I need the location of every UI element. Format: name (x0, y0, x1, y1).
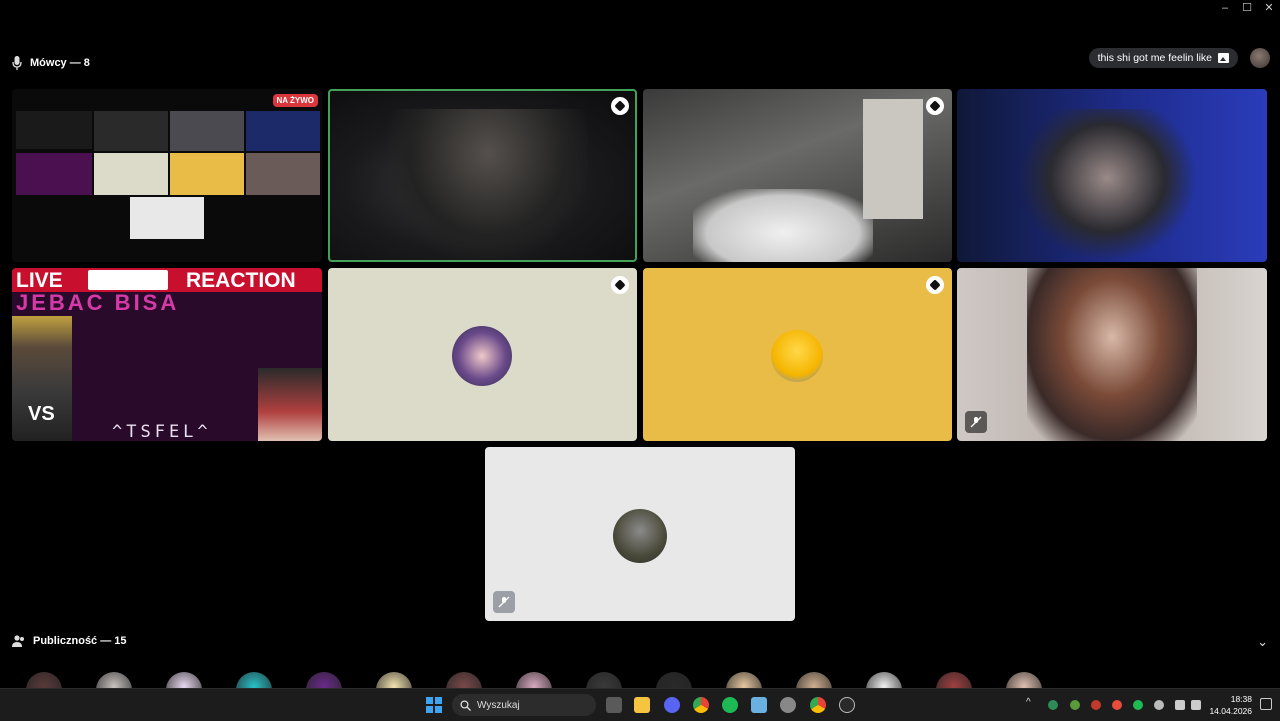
video-tile-speaker-6[interactable] (957, 268, 1267, 441)
video-feed (1027, 268, 1197, 441)
chrome-icon[interactable] (810, 697, 826, 713)
image-icon (1218, 53, 1229, 63)
video-feed (1017, 109, 1197, 262)
video-feed (388, 109, 588, 259)
avatar-tile-speaker-7[interactable] (485, 447, 795, 621)
audience-avatar[interactable] (446, 672, 482, 688)
tray-app-icon[interactable] (1048, 700, 1058, 710)
app-icon[interactable] (780, 697, 796, 713)
microphone-icon (12, 56, 22, 70)
maximize-button[interactable]: ☐ (1236, 0, 1258, 16)
taskbar: Wyszukaj ^ 18:38 14.04.2026 (0, 688, 1280, 721)
signature-text: ^TSFEL^ (112, 422, 212, 441)
discord-icon[interactable] (664, 697, 680, 713)
close-button[interactable]: ✕ (1258, 0, 1280, 16)
media-player-icon[interactable] (839, 697, 855, 713)
shared-screen-grid (16, 111, 320, 261)
windows-start-icon[interactable] (426, 697, 442, 713)
volume-icon[interactable] (1191, 700, 1201, 710)
moderator-icon (926, 97, 944, 115)
stream-tile[interactable]: LIVE REACTION JEBAC BISA VS ^TSFEL^ (12, 268, 322, 441)
video-feed (693, 189, 873, 262)
moderator-icon (926, 276, 944, 294)
moderator-icon (611, 97, 629, 115)
audience-avatar[interactable] (866, 672, 902, 688)
audience-avatar[interactable] (166, 672, 202, 688)
live-badge: NA ŻYWO (272, 94, 318, 107)
chevron-down-icon[interactable]: ⌄ (1257, 634, 1268, 650)
audience-avatar[interactable] (96, 672, 132, 688)
audience-avatar[interactable] (516, 672, 552, 688)
task-view-icon[interactable] (606, 697, 622, 713)
audience-avatar[interactable] (586, 672, 622, 688)
clock-time: 18:38 (1230, 694, 1252, 704)
screen-share-tile[interactable]: NA ŻYWO (12, 89, 322, 262)
spotify-icon[interactable] (722, 697, 738, 713)
muted-indicator (493, 591, 515, 613)
video-tile-speaker-1[interactable] (328, 89, 637, 262)
tray-app-icon[interactable] (1091, 700, 1101, 710)
status-text: this shi got me feelin like (1097, 52, 1212, 64)
audience-avatar[interactable] (236, 672, 272, 688)
search-icon (460, 699, 471, 711)
audience-avatar[interactable] (656, 672, 692, 688)
notepad-icon[interactable] (751, 697, 767, 713)
window-controls: – ☐ ✕ (1214, 0, 1280, 16)
audience-avatar[interactable] (1006, 672, 1042, 688)
muted-indicator (965, 411, 987, 433)
audience-icon (12, 635, 24, 647)
mic-muted-icon (498, 596, 510, 608)
speakers-header: Mówcy — 8 (12, 56, 90, 70)
network-icon[interactable] (1175, 700, 1185, 710)
audience-avatar[interactable] (796, 672, 832, 688)
tray-app-icon[interactable] (1070, 700, 1080, 710)
stream-logo (88, 270, 168, 290)
reaction-title: REACTION (186, 269, 296, 292)
audience-count-label: Publiczność — 15 (33, 635, 127, 647)
search-placeholder: Wyszukaj (477, 699, 520, 711)
tray-app-icon[interactable] (1112, 700, 1122, 710)
chrome-icon[interactable] (693, 697, 709, 713)
spotify-tray-icon[interactable] (1133, 700, 1143, 710)
moderator-icon (611, 276, 629, 294)
clock-date: 14.04.2026 (1209, 706, 1252, 716)
tray-chevron-icon[interactable]: ^ (1026, 697, 1031, 708)
taskbar-search[interactable]: Wyszukaj (452, 694, 596, 716)
avatar-tile-speaker-5[interactable] (643, 268, 952, 441)
video-tile-speaker-2[interactable] (643, 89, 952, 262)
audience-avatar[interactable] (306, 672, 342, 688)
audience-avatar[interactable] (376, 672, 412, 688)
audience-avatar[interactable] (726, 672, 762, 688)
user-avatar (771, 330, 823, 382)
audience-header: Publiczność — 15 (12, 635, 127, 647)
audience-avatar[interactable] (26, 672, 62, 688)
vs-text: VS (28, 403, 55, 425)
minimize-button[interactable]: – (1214, 0, 1236, 16)
video-tile-speaker-3[interactable] (957, 89, 1267, 262)
stream-thumbnails (258, 368, 322, 441)
file-explorer-icon[interactable] (634, 697, 650, 713)
user-avatar (613, 509, 667, 563)
status-pill[interactable]: this shi got me feelin like (1088, 48, 1238, 68)
audience-list (0, 672, 1280, 688)
speakers-count-label: Mówcy — 8 (30, 57, 90, 69)
audience-avatar[interactable] (936, 672, 972, 688)
microphone-tray-icon[interactable] (1154, 700, 1164, 710)
mic-muted-icon (970, 416, 982, 428)
banner-text: JEBAC BISA (16, 290, 180, 315)
user-avatar (452, 326, 512, 386)
notification-icon[interactable] (1260, 698, 1272, 710)
user-avatar[interactable] (1250, 48, 1270, 68)
clock[interactable]: 18:38 14.04.2026 (1209, 693, 1252, 717)
avatar-tile-speaker-4[interactable] (328, 268, 637, 441)
